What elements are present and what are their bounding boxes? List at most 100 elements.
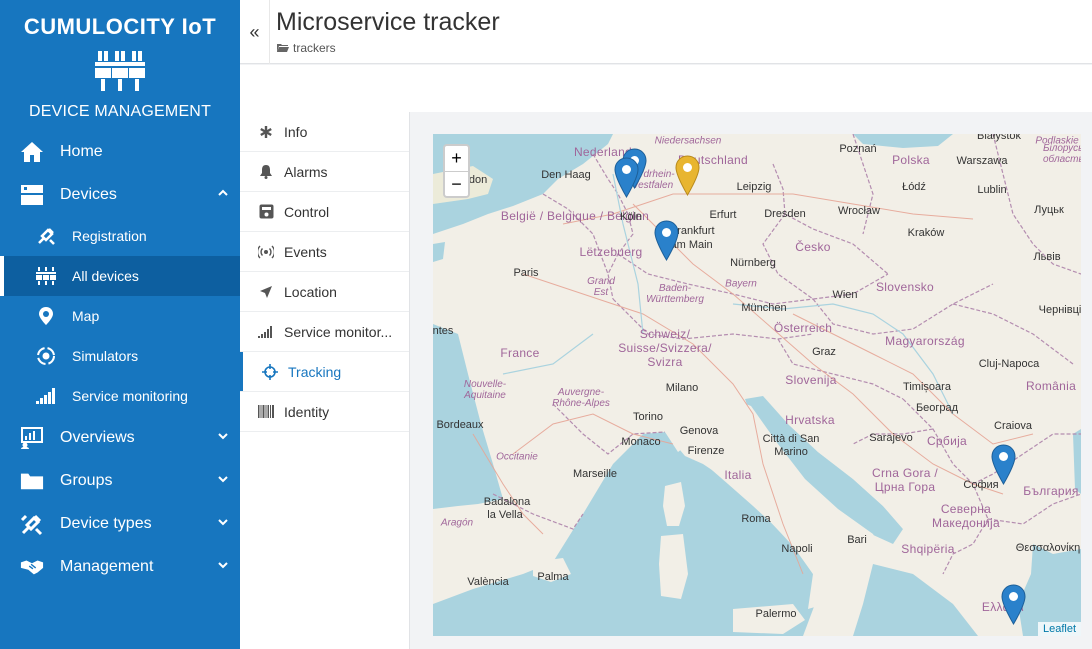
map-marker-icon[interactable] <box>675 155 700 196</box>
sidebar-item-label: Overviews <box>60 428 135 446</box>
tab-info[interactable]: Info <box>240 112 409 152</box>
map-marker-icon[interactable] <box>614 157 639 198</box>
map-city: Genova <box>679 425 719 437</box>
breadcrumb: trackers <box>277 41 336 55</box>
sidebar-item-management[interactable]: Management <box>0 545 240 588</box>
map-city: Milano <box>665 382 699 394</box>
map-city: Łódź <box>902 181 926 193</box>
map-city: Θεσσαλονίκη <box>1015 542 1081 554</box>
tab-service-monitoring[interactable]: Service monitor... <box>240 312 409 352</box>
broadcast-icon <box>258 244 274 260</box>
sidebar-item-groups[interactable]: Groups <box>0 459 240 502</box>
brand: CUMULOCITY IoT DEVICE MANAGEMENT <box>0 0 240 130</box>
sidebar-item-device-types[interactable]: Device types <box>0 502 240 545</box>
bell-icon <box>258 164 274 180</box>
zoom-out-button[interactable]: − <box>445 171 468 196</box>
map-city: Roma <box>741 513 771 525</box>
collapse-sidebar-button[interactable]: « <box>240 0 270 64</box>
map-label-region: Baden-Württemberg <box>646 283 704 305</box>
sidebar-item-simulators[interactable]: Simulators <box>0 336 240 376</box>
brand-name: CUMULOCITY IoT <box>23 14 217 39</box>
map-city: Lublin <box>977 184 1007 196</box>
brand-subtitle: DEVICE MANAGEMENT <box>28 103 212 120</box>
tab-location[interactable]: Location <box>240 272 409 312</box>
map-label-region: Occitanie <box>496 451 538 463</box>
map-label-france: France <box>500 346 540 360</box>
all-devices-icon <box>36 266 56 286</box>
map-label-italia: Italia <box>724 468 752 482</box>
map-label-magyarorszag: Magyarország <box>885 334 965 348</box>
breadcrumb-link[interactable]: trackers <box>293 41 336 55</box>
map-city: Città di San Marino <box>762 433 820 458</box>
sidebar-item-label: Management <box>60 557 154 575</box>
map-city: Timișoara <box>903 381 951 393</box>
tab-label: Control <box>284 203 330 220</box>
tab-label: Events <box>284 243 327 260</box>
map-city: Bordeaux <box>436 419 484 431</box>
tab-alarms[interactable]: Alarms <box>240 152 409 192</box>
chevron-up-icon <box>218 189 228 196</box>
sidebar-item-label: Simulators <box>72 348 139 364</box>
leaflet-attribution-link[interactable]: Leaflet <box>1037 622 1081 636</box>
map-city: Bari <box>847 534 867 546</box>
tab-tracking[interactable]: Tracking <box>240 352 409 392</box>
signal-icon <box>36 386 56 406</box>
map-label-schweiz: Schweiz/ Suisse/Svizzera/ Svizra <box>618 327 712 369</box>
zoom-in-button[interactable]: + <box>445 146 468 171</box>
map-city: Białystok <box>976 134 1022 142</box>
sidebar: CUMULOCITY IoT DEVICE MANAGEMENT Home De… <box>0 0 240 649</box>
chevron-down-icon <box>218 476 228 483</box>
sidebar-item-label: Devices <box>60 185 117 203</box>
sidebar-item-label: Registration <box>72 228 147 244</box>
map-city: Wrocław <box>838 205 880 217</box>
home-icon <box>20 140 44 164</box>
signal-icon <box>258 324 274 340</box>
map-city: Marseille <box>572 468 618 480</box>
sidebar-item-registration[interactable]: Registration <box>0 216 240 256</box>
map-label-slovenija: Slovenija <box>785 373 837 387</box>
sidebar-item-devices[interactable]: Devices <box>0 173 240 216</box>
sidebar-item-service-monitoring[interactable]: Service monitoring <box>0 376 240 416</box>
tab-control[interactable]: Control <box>240 192 409 232</box>
map-label-region: Білоруська область <box>1043 143 1081 165</box>
sidebar-item-map[interactable]: Map <box>0 296 240 336</box>
map-marker-icon[interactable] <box>654 220 679 261</box>
sidebar-item-overviews[interactable]: Overviews <box>0 416 240 459</box>
barcode-icon <box>258 404 274 420</box>
map-marker-icon[interactable] <box>991 444 1016 485</box>
map-label-polska: Polska <box>892 153 930 167</box>
sidebar-item-label: Groups <box>60 471 113 489</box>
brand-logo-icon <box>95 51 145 91</box>
sidebar-item-home[interactable]: Home <box>0 130 240 173</box>
map-city: München <box>741 302 787 314</box>
map-city: Firenze <box>687 445 725 457</box>
tab-events[interactable]: Events <box>240 232 409 272</box>
map-city: Craiova <box>994 420 1032 432</box>
sidebar-item-all-devices[interactable]: All devices <box>0 256 240 296</box>
sidebar-item-label: Service monitoring <box>72 388 188 404</box>
map-label-bulgaria: България <box>1023 484 1079 498</box>
tracking-map[interactable]: Nederland Deutschland Polska België / Be… <box>433 134 1081 636</box>
map-label-srbija: Србија <box>926 434 968 448</box>
overviews-icon <box>20 426 44 450</box>
folder-icon <box>20 469 44 493</box>
devices-icon <box>20 183 44 207</box>
map-label-region: Nouvelle-Aquitaine <box>463 379 507 401</box>
tab-label: Info <box>284 123 308 140</box>
map-city: Львів <box>1033 251 1061 263</box>
chevron-down-icon <box>218 519 228 526</box>
folder-open-icon <box>277 44 289 52</box>
device-types-icon <box>20 512 44 536</box>
map-city: Napoli <box>781 543 813 555</box>
tab-identity[interactable]: Identity <box>240 392 409 432</box>
crosshair-icon <box>262 363 278 380</box>
map-city: Cluj-Napoca <box>978 358 1040 370</box>
map-city: Poznań <box>839 143 877 155</box>
map-city: ntes <box>433 325 454 337</box>
map-label-region: Niedersachsen <box>654 135 722 147</box>
tab-label: Alarms <box>284 163 328 180</box>
tab-label: Location <box>284 283 337 300</box>
map-marker-icon[interactable] <box>1001 584 1026 625</box>
map-city: Erfurt <box>709 209 737 221</box>
map-city: Den Haag <box>541 169 591 181</box>
